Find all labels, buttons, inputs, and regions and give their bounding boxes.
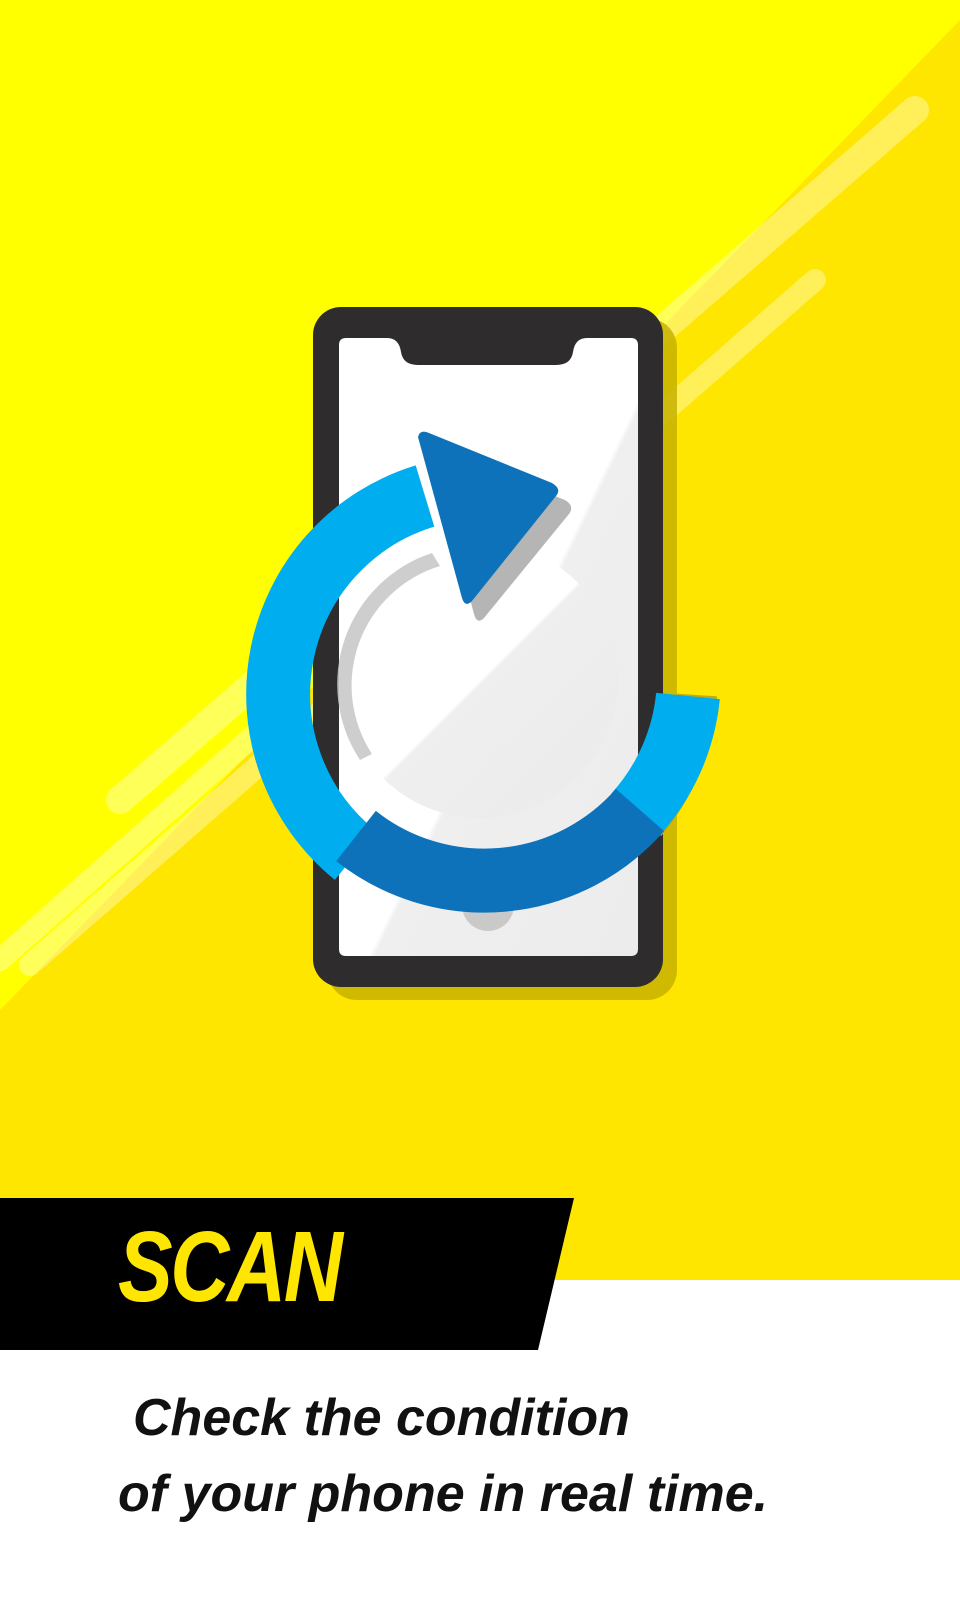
screen-title: SCAN xyxy=(118,1211,343,1323)
phone-speaker xyxy=(440,342,536,354)
screen-description: Check the condition of your phone in rea… xyxy=(0,1380,960,1532)
description-line-1: Check the condition xyxy=(133,1389,630,1447)
hero-illustration xyxy=(0,0,960,1600)
description-line-2: of your phone in real time. xyxy=(118,1465,769,1523)
